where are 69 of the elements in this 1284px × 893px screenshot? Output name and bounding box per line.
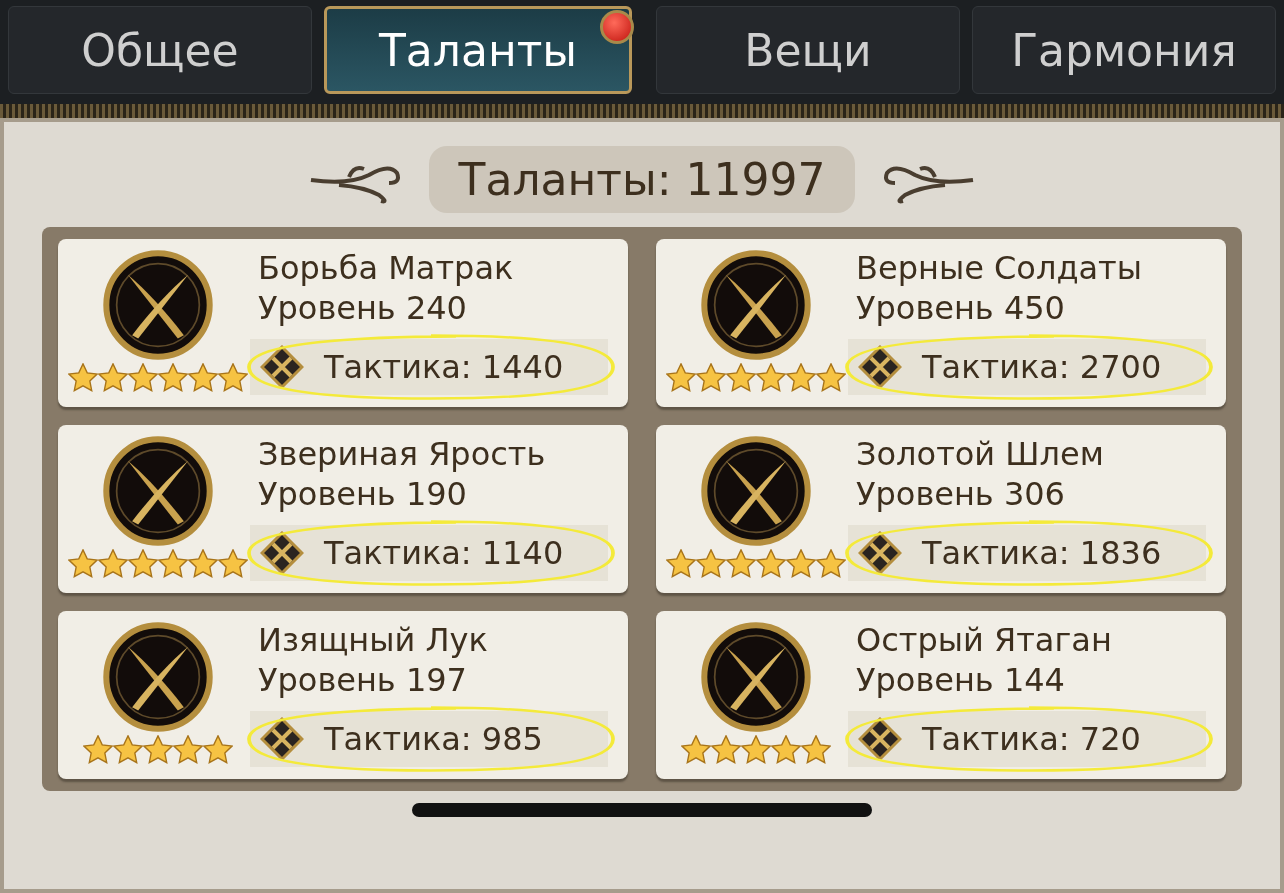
talent-card[interactable]: Золотой Шлем Уровень 306 Тактика: 1836	[656, 425, 1226, 593]
crossed-swords-icon	[700, 435, 812, 547]
star-icon	[816, 363, 846, 392]
star-icon	[68, 363, 98, 392]
tab[interactable]: Общее	[8, 6, 312, 94]
star-icon	[158, 549, 188, 578]
talent-name: Изящный Лук	[258, 621, 489, 659]
talent-level: Уровень 240	[258, 289, 468, 327]
star-icon	[786, 549, 816, 578]
tactics-value: Тактика: 720	[922, 720, 1141, 758]
tactics-value: Тактика: 2700	[922, 348, 1162, 386]
star-icon	[816, 549, 846, 578]
tactics-value: Тактика: 1140	[324, 534, 564, 572]
talent-level: Уровень 306	[856, 475, 1066, 513]
talent-name: Острый Ятаган	[856, 621, 1113, 659]
star-icon	[128, 549, 158, 578]
star-icon	[681, 735, 711, 764]
star-icon	[188, 363, 218, 392]
crossed-swords-icon	[700, 249, 812, 361]
star-icon	[218, 363, 248, 392]
star-icon	[756, 363, 786, 392]
star-icon	[771, 735, 801, 764]
star-icon	[726, 549, 756, 578]
talent-level: Уровень 197	[258, 661, 468, 699]
crossed-swords-icon	[102, 621, 214, 733]
star-icon	[218, 549, 248, 578]
star-icon	[666, 549, 696, 578]
star-icon	[203, 735, 233, 764]
star-icon	[173, 735, 203, 764]
tab[interactable]: Таланты	[324, 6, 632, 94]
star-icon	[801, 735, 831, 764]
talent-card[interactable]: Звериная Ярость Уровень 190 Тактика: 1140	[58, 425, 628, 593]
star-icon	[143, 735, 173, 764]
talent-card[interactable]: Борьба Матрак Уровень 240 Тактика: 1440	[58, 239, 628, 407]
crossed-swords-icon	[700, 621, 812, 733]
tactics-value: Тактика: 1440	[324, 348, 564, 386]
star-icon	[666, 363, 696, 392]
crossed-swords-icon	[102, 435, 214, 547]
star-icon	[113, 735, 143, 764]
talent-name: Золотой Шлем	[856, 435, 1105, 473]
talent-level: Уровень 450	[856, 289, 1066, 327]
tactics-value: Тактика: 985	[324, 720, 543, 758]
star-icon	[726, 363, 756, 392]
star-icon	[711, 735, 741, 764]
star-icon	[756, 549, 786, 578]
tactics-value: Тактика: 1836	[922, 534, 1162, 572]
talent-name: Верные Солдаты	[856, 249, 1143, 287]
talent-card[interactable]: Острый Ятаган Уровень 144 Тактика: 720	[656, 611, 1226, 779]
crossed-swords-icon	[102, 249, 214, 361]
talent-total: Таланты: 11997	[428, 146, 856, 213]
talent-name: Борьба Матрак	[258, 249, 515, 287]
tab[interactable]: Вещи	[656, 6, 960, 94]
talent-card[interactable]: Изящный Лук Уровень 197 Тактика: 985	[58, 611, 628, 779]
star-icon	[188, 549, 218, 578]
talent-level: Уровень 144	[856, 661, 1066, 699]
star-icon	[786, 363, 816, 392]
star-icon	[98, 549, 128, 578]
star-icon	[98, 363, 128, 392]
talent-card[interactable]: Верные Солдаты Уровень 450 Тактика: 2700	[656, 239, 1226, 407]
star-icon	[68, 549, 98, 578]
star-icon	[128, 363, 158, 392]
star-icon	[158, 363, 188, 392]
star-icon	[741, 735, 771, 764]
star-icon	[696, 549, 726, 578]
tab[interactable]: Гармония	[972, 6, 1276, 94]
star-icon	[83, 735, 113, 764]
star-icon	[696, 363, 726, 392]
talent-level: Уровень 190	[258, 475, 468, 513]
talent-name: Звериная Ярость	[258, 435, 547, 473]
